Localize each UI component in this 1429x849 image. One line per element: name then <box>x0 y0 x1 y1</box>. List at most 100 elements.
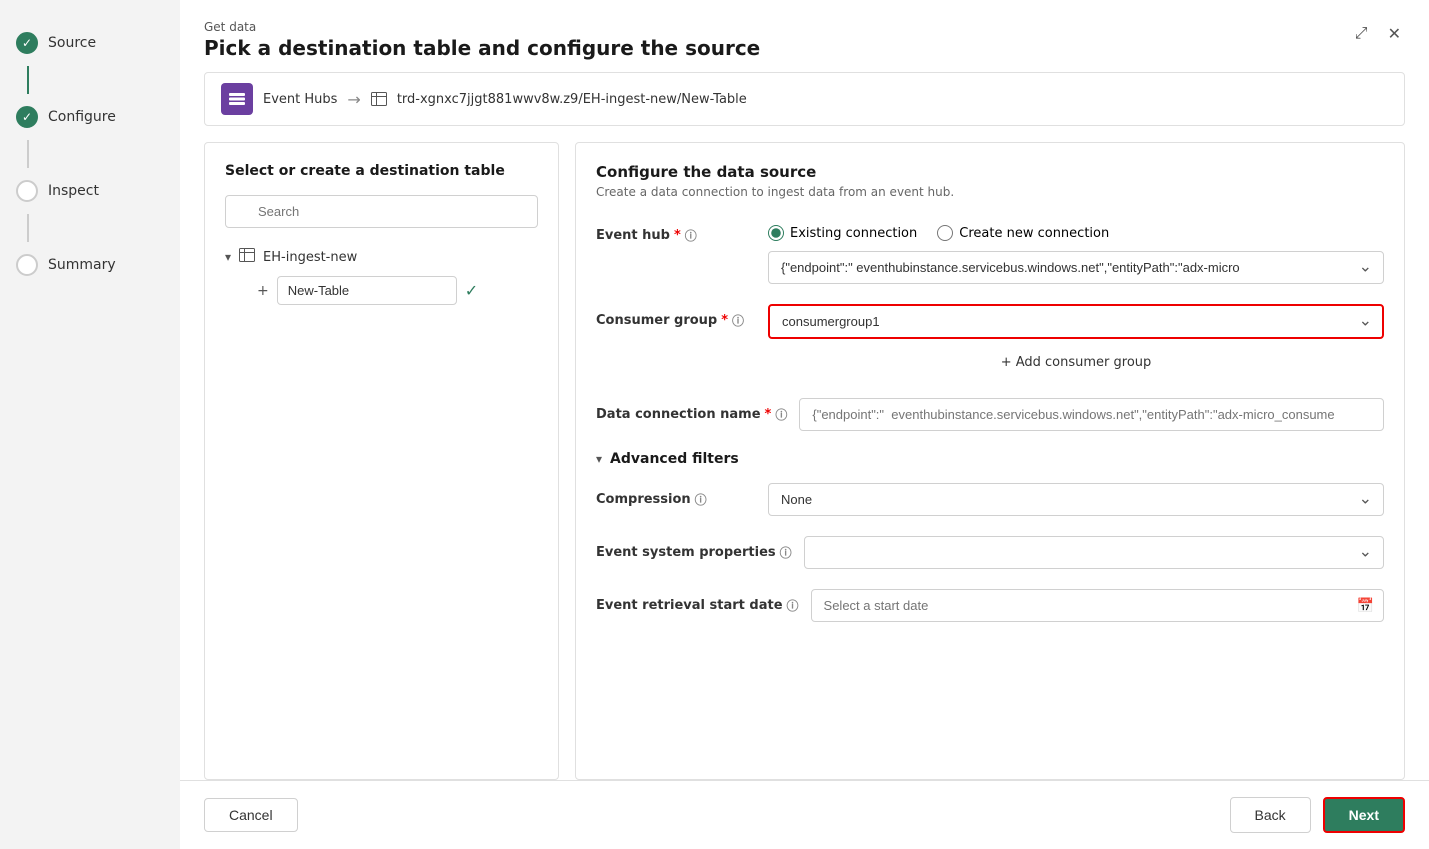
table-check-icon[interactable]: ✓ <box>465 281 478 300</box>
event-system-dropdown-wrapper <box>804 536 1384 569</box>
consumer-group-label: Consumer group * ⓘ <box>596 304 756 329</box>
create-new-connection-option[interactable]: Create new connection <box>937 225 1109 241</box>
close-button[interactable]: ✕ <box>1384 20 1405 48</box>
compression-info-icon[interactable]: ⓘ <box>695 491 707 508</box>
consumer-group-info-icon[interactable]: ⓘ <box>732 312 744 329</box>
tree-table-item: + ✓ <box>257 270 538 311</box>
add-consumer-group-link[interactable]: + Add consumer group <box>768 347 1384 378</box>
breadcrumb-arrow: → <box>347 90 360 109</box>
sidebar-item-configure[interactable]: ✓ Configure <box>0 94 180 140</box>
step-connector-1 <box>27 66 29 94</box>
tree-folder-item: ▾ EH-ingest-new <box>225 244 538 270</box>
consumer-group-required: * <box>721 313 728 328</box>
advanced-filters-title: Advanced filters <box>610 451 739 467</box>
existing-connection-radio[interactable] <box>768 225 784 241</box>
step-check-source: ✓ <box>22 36 32 50</box>
event-hubs-icon <box>221 83 253 115</box>
event-retrieval-info-icon[interactable]: ⓘ <box>787 597 799 614</box>
table-name-input[interactable] <box>277 276 457 305</box>
event-retrieval-row: Event retrieval start date ⓘ <box>596 589 1384 622</box>
content-area: Select or create a destination table ▾ E… <box>204 142 1405 780</box>
step-circle-inspect <box>16 180 38 202</box>
sidebar-label-source: Source <box>48 35 96 51</box>
step-check-configure: ✓ <box>22 110 32 124</box>
dialog-subtitle: Get data <box>204 20 760 34</box>
left-panel-title: Select or create a destination table <box>225 163 538 179</box>
tree-folder-label: EH-ingest-new <box>263 250 357 265</box>
advanced-filters-section: ▾ Advanced filters Compression ⓘ None <box>596 451 1384 622</box>
event-hub-label: Event hub * ⓘ <box>596 219 756 244</box>
step-circle-configure: ✓ <box>16 106 38 128</box>
consumer-group-dropdown-wrapper: consumergroup1 <box>768 304 1384 339</box>
connection-dropdown-wrapper: {"endpoint":" eventhubinstance.servicebu… <box>768 251 1384 284</box>
dialog-title: Pick a destination table and configure t… <box>204 36 760 60</box>
sidebar: ✓ Source ✓ Configure Inspect Summary <box>0 0 180 849</box>
compression-row: Compression ⓘ None <box>596 483 1384 516</box>
connection-dropdown[interactable]: {"endpoint":" eventhubinstance.servicebu… <box>768 251 1384 284</box>
main-content: Get data Pick a destination table and co… <box>180 0 1429 849</box>
left-panel: Select or create a destination table ▾ E… <box>204 142 559 780</box>
sidebar-label-summary: Summary <box>48 257 116 273</box>
compression-control: None <box>768 483 1384 516</box>
folder-icon <box>239 248 255 266</box>
date-input[interactable] <box>811 589 1384 622</box>
data-connection-input[interactable] <box>799 398 1384 431</box>
event-system-info-icon[interactable]: ⓘ <box>780 544 792 561</box>
event-hub-row: Event hub * ⓘ Existing connection Create… <box>596 219 1384 284</box>
data-connection-required: * <box>765 407 772 422</box>
event-system-dropdown[interactable] <box>804 536 1384 569</box>
data-connection-row: Data connection name * ⓘ <box>596 398 1384 431</box>
event-system-label: Event system properties ⓘ <box>596 536 792 561</box>
footer-right: Back Next <box>1230 797 1405 833</box>
consumer-group-control: consumergroup1 + Add consumer group <box>768 304 1384 378</box>
existing-connection-label: Existing connection <box>790 226 917 241</box>
right-panel-subtitle: Create a data connection to ingest data … <box>596 185 1384 199</box>
breadcrumb-source-label: Event Hubs <box>263 92 337 107</box>
event-retrieval-control <box>811 589 1384 622</box>
back-button[interactable]: Back <box>1230 797 1311 833</box>
dialog-header: Get data Pick a destination table and co… <box>180 0 1429 72</box>
event-hub-info-icon[interactable]: ⓘ <box>685 227 697 244</box>
compression-label: Compression ⓘ <box>596 483 756 508</box>
data-connection-control <box>799 398 1384 431</box>
sidebar-item-inspect[interactable]: Inspect <box>0 168 180 214</box>
consumer-group-row: Consumer group * ⓘ consumergroup1 + Add … <box>596 304 1384 378</box>
existing-connection-option[interactable]: Existing connection <box>768 225 917 241</box>
create-new-radio[interactable] <box>937 225 953 241</box>
consumer-group-dropdown[interactable]: consumergroup1 <box>768 304 1384 339</box>
advanced-filters-header[interactable]: ▾ Advanced filters <box>596 451 1384 467</box>
right-panel: Configure the data source Create a data … <box>575 142 1405 780</box>
header-text: Get data Pick a destination table and co… <box>204 20 760 60</box>
next-button[interactable]: Next <box>1323 797 1405 833</box>
cancel-button[interactable]: Cancel <box>204 798 298 832</box>
compression-dropdown-wrapper: None <box>768 483 1384 516</box>
step-circle-source: ✓ <box>16 32 38 54</box>
sidebar-label-inspect: Inspect <box>48 183 99 199</box>
expand-window-button[interactable]: ⤢ <box>1351 21 1372 47</box>
data-connection-label: Data connection name * ⓘ <box>596 398 787 423</box>
advanced-filters-collapse-icon: ▾ <box>596 452 602 466</box>
compression-dropdown[interactable]: None <box>768 483 1384 516</box>
event-hub-radio-group: Existing connection Create new connectio… <box>768 219 1384 241</box>
right-panel-title: Configure the data source <box>596 163 1384 181</box>
date-wrapper <box>811 589 1384 622</box>
breadcrumb-table-icon <box>371 92 387 106</box>
tree-add-icon[interactable]: + <box>257 283 269 299</box>
step-connector-3 <box>27 214 29 242</box>
create-new-label: Create new connection <box>959 226 1109 241</box>
search-input[interactable] <box>225 195 538 228</box>
header-icons: ⤢ ✕ <box>1351 20 1405 48</box>
step-circle-summary <box>16 254 38 276</box>
footer: Cancel Back Next <box>180 780 1429 849</box>
event-system-row: Event system properties ⓘ <box>596 536 1384 569</box>
event-system-control <box>804 536 1384 569</box>
event-hub-required: * <box>674 228 681 243</box>
breadcrumb-path: trd-xgnxc7jjgt881wwv8w.z9/EH-ingest-new/… <box>397 92 747 107</box>
step-connector-2 <box>27 140 29 168</box>
sidebar-item-source[interactable]: ✓ Source <box>0 20 180 66</box>
sidebar-label-configure: Configure <box>48 109 116 125</box>
tree-chevron-icon[interactable]: ▾ <box>225 250 231 264</box>
sidebar-item-summary[interactable]: Summary <box>0 242 180 288</box>
breadcrumb: Event Hubs → trd-xgnxc7jjgt881wwv8w.z9/E… <box>204 72 1405 126</box>
data-connection-info-icon[interactable]: ⓘ <box>775 406 787 423</box>
